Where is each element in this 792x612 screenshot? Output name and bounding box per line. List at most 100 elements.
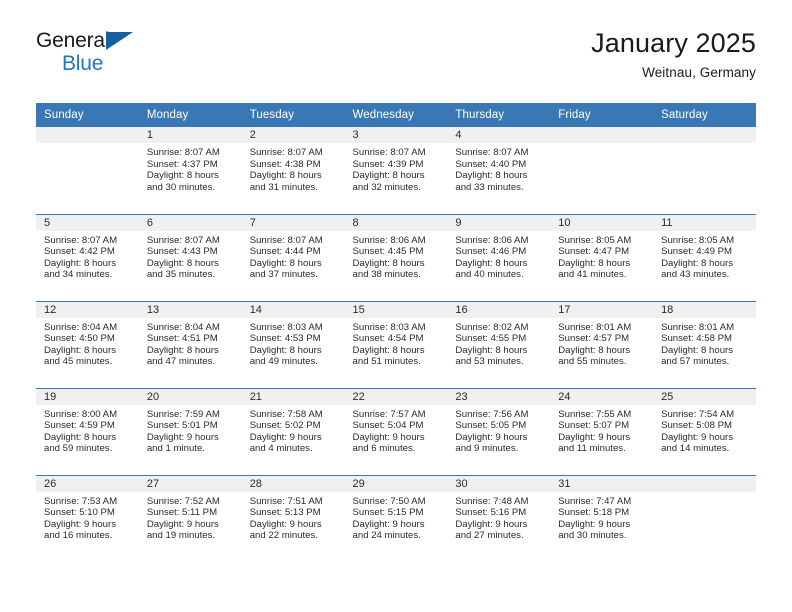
day-detail-line: Daylight: 9 hours	[352, 431, 425, 443]
calendar-day-cell[interactable]: 31 Sunrise: 7:47 AM Sunset: 5:18 PM Dayligh…	[550, 474, 654, 562]
day-detail-line: and 55 minutes.	[558, 356, 627, 368]
day-detail-line: Sunset: 4:53 PM	[249, 333, 321, 345]
calendar-day-cell[interactable]: 30 Sunrise: 7:48 AM Sunset: 5:16 PM Dayligh…	[447, 474, 551, 562]
day-number: 8	[344, 214, 448, 231]
calendar-day-cell[interactable]: 27 Sunrise: 7:52 AM Sunset: 5:11 PM Dayligh…	[138, 474, 242, 562]
calendar-day-cell[interactable]: 18 Sunrise: 8:01 AM Sunset: 4:58 PM Dayligh…	[653, 300, 756, 388]
day-number: 21	[241, 388, 345, 405]
day-detail-line: Sunrise: 8:01 AM	[661, 321, 735, 333]
calendar-day-cell[interactable]: 17 Sunrise: 8:01 AM Sunset: 4:57 PM Dayligh…	[550, 300, 654, 388]
calendar-day-cell[interactable]: 14 Sunrise: 8:03 AM Sunset: 4:53 PM Dayligh…	[241, 300, 345, 388]
day-detail-line: Sunrise: 8:07 AM	[44, 234, 118, 246]
day-details: Sunrise: 7:57 AM Sunset: 5:04 PM Daylight:…	[345, 405, 448, 455]
day-detail-line: and 53 minutes.	[455, 356, 524, 368]
calendar-day-cell[interactable]: 19 Sunrise: 8:00 AM Sunset: 4:59 PM Dayligh…	[36, 387, 139, 475]
day-detail-line: Daylight: 9 hours	[249, 431, 322, 443]
day-details: Sunrise: 8:06 AM Sunset: 4:46 PM Daylight:…	[447, 231, 550, 281]
day-number	[653, 475, 756, 492]
day-number: 28	[241, 475, 345, 492]
calendar-header-row: Sunday Monday Tuesday Wednesday Thursday Frid…	[36, 103, 756, 127]
calendar-day-cell[interactable]: 7 Sunrise: 8:07 AM Sunset: 4:44 PM Daylight…	[241, 213, 345, 301]
day-detail-line: Daylight: 9 hours	[146, 518, 219, 530]
calendar-table: Sunday Monday Tuesday Wednesday Thursday Frid…	[36, 103, 756, 562]
page-header: General Blue January 2025 Weitnau, Germa…	[0, 0, 792, 103]
day-detail-line: Daylight: 9 hours	[558, 518, 631, 530]
day-details: Sunrise: 8:07 AM Sunset: 4:39 PM Daylight:…	[345, 143, 448, 193]
day-detail-line: Daylight: 8 hours	[146, 170, 219, 182]
calendar-day-cell[interactable]: 15 Sunrise: 8:03 AM Sunset: 4:54 PM Dayligh…	[344, 300, 448, 388]
day-number: 16	[447, 301, 551, 318]
calendar-day-cell[interactable]: 16 Sunrise: 8:02 AM Sunset: 4:55 PM Dayligh…	[447, 300, 551, 388]
day-detail-line: Daylight: 8 hours	[249, 170, 322, 182]
calendar-day-cell[interactable]: 4 Sunrise: 8:07 AM Sunset: 4:40 PM Daylight…	[447, 127, 551, 214]
day-detail-line: Daylight: 9 hours	[455, 431, 528, 443]
day-detail-line: Sunset: 4:54 PM	[352, 333, 424, 345]
day-number: 20	[138, 388, 242, 405]
day-detail-line: Sunset: 4:39 PM	[352, 158, 424, 170]
day-details: Sunrise: 8:07 AM Sunset: 4:38 PM Daylight:…	[242, 143, 345, 193]
calendar-week-row: 5 Sunrise: 8:07 AM Sunset: 4:42 PM Daylight…	[36, 213, 756, 301]
day-detail-line: and 9 minutes.	[455, 443, 519, 455]
calendar-day-cell[interactable]: 23 Sunrise: 7:56 AM Sunset: 5:05 PM Dayligh…	[447, 387, 551, 475]
day-number: 1	[138, 127, 242, 143]
calendar-day-cell-empty	[653, 127, 756, 214]
day-detail-line: Daylight: 8 hours	[249, 257, 322, 269]
day-detail-line: Sunrise: 7:48 AM	[455, 495, 529, 507]
day-detail-line: Sunrise: 7:47 AM	[558, 495, 632, 507]
calendar-day-cell[interactable]: 29 Sunrise: 7:50 AM Sunset: 5:15 PM Dayligh…	[344, 474, 448, 562]
day-detail-line: and 51 minutes.	[352, 356, 421, 368]
calendar-day-cell[interactable]: 13 Sunrise: 8:04 AM Sunset: 4:51 PM Dayligh…	[138, 300, 242, 388]
calendar-day-cell[interactable]: 22 Sunrise: 7:57 AM Sunset: 5:04 PM Dayligh…	[344, 387, 448, 475]
day-detail-line: Sunrise: 7:59 AM	[146, 408, 220, 420]
calendar-day-cell[interactable]: 2 Sunrise: 8:07 AM Sunset: 4:38 PM Daylight…	[241, 127, 345, 214]
day-detail-line: Sunset: 4:59 PM	[44, 420, 115, 432]
day-detail-line: Daylight: 8 hours	[558, 344, 631, 356]
calendar-day-cell[interactable]: 25 Sunrise: 7:54 AM Sunset: 5:08 PM Dayligh…	[653, 387, 756, 475]
weekday-header-row: Sunday Monday Tuesday Wednesday Thursday Frid…	[36, 103, 756, 127]
day-number: 10	[550, 214, 654, 231]
calendar-day-cell[interactable]: 10 Sunrise: 8:05 AM Sunset: 4:47 PM Dayligh…	[550, 213, 654, 301]
day-detail-line: Daylight: 9 hours	[249, 518, 322, 530]
day-detail-line: and 6 minutes.	[352, 443, 416, 455]
day-detail-line: Sunset: 5:11 PM	[146, 507, 218, 519]
day-detail-line: Sunrise: 8:04 AM	[146, 321, 220, 333]
calendar-day-cell[interactable]: 11 Sunrise: 8:05 AM Sunset: 4:49 PM Dayligh…	[653, 213, 756, 301]
day-detail-line: and 4 minutes.	[249, 443, 313, 455]
calendar-day-cell[interactable]: 3 Sunrise: 8:07 AM Sunset: 4:39 PM Daylight…	[344, 127, 448, 214]
day-detail-line: and 47 minutes.	[146, 356, 216, 368]
calendar-day-cell[interactable]: 28 Sunrise: 7:51 AM Sunset: 5:13 PM Dayligh…	[241, 474, 345, 562]
day-detail-line: Daylight: 8 hours	[44, 257, 116, 269]
weekday-header-saturday: Saturday	[653, 103, 756, 127]
calendar-day-cell[interactable]: 26 Sunrise: 7:53 AM Sunset: 5:10 PM Dayligh…	[36, 474, 139, 562]
day-number: 14	[241, 301, 345, 318]
day-detail-line: Daylight: 8 hours	[146, 257, 219, 269]
calendar-day-cell[interactable]: 12 Sunrise: 8:04 AM Sunset: 4:50 PM Dayligh…	[36, 300, 139, 388]
day-detail-line: Sunset: 4:38 PM	[249, 158, 321, 170]
day-detail-line: Sunrise: 8:05 AM	[558, 234, 632, 246]
day-detail-line: Sunset: 4:51 PM	[146, 333, 218, 345]
day-detail-line: Sunset: 5:16 PM	[455, 507, 527, 519]
calendar-day-cell[interactable]: 8 Sunrise: 8:06 AM Sunset: 4:45 PM Daylight…	[344, 213, 448, 301]
day-number: 4	[447, 127, 551, 143]
day-detail-line: Daylight: 8 hours	[249, 344, 322, 356]
logo-triangle-icon	[106, 32, 133, 50]
day-number: 29	[344, 475, 448, 492]
calendar-day-cell[interactable]: 24 Sunrise: 7:55 AM Sunset: 5:07 PM Dayligh…	[550, 387, 654, 475]
day-number: 19	[36, 388, 139, 405]
calendar-day-cell[interactable]: 5 Sunrise: 8:07 AM Sunset: 4:42 PM Daylight…	[36, 213, 139, 301]
calendar-day-cell[interactable]: 1 Sunrise: 8:07 AM Sunset: 4:37 PM Daylight…	[138, 127, 242, 214]
calendar-day-cell[interactable]: 9 Sunrise: 8:06 AM Sunset: 4:46 PM Daylight…	[447, 213, 551, 301]
day-detail-line: Sunset: 5:05 PM	[455, 420, 527, 432]
day-details: Sunrise: 8:05 AM Sunset: 4:49 PM Daylight:…	[653, 231, 756, 281]
day-details: Sunrise: 7:47 AM Sunset: 5:18 PM Daylight:…	[550, 492, 653, 542]
calendar-day-cell[interactable]: 21 Sunrise: 7:58 AM Sunset: 5:02 PM Dayligh…	[241, 387, 345, 475]
day-detail-line: and 59 minutes.	[44, 443, 113, 455]
day-detail-line: Sunrise: 8:00 AM	[44, 408, 118, 420]
day-details: Sunrise: 7:52 AM Sunset: 5:11 PM Daylight:…	[139, 492, 242, 542]
day-details: Sunrise: 8:01 AM Sunset: 4:58 PM Daylight:…	[653, 318, 756, 368]
day-detail-line: Sunrise: 8:07 AM	[146, 234, 220, 246]
day-detail-line: and 41 minutes.	[558, 269, 627, 281]
day-number: 27	[138, 475, 242, 492]
calendar-day-cell[interactable]: 20 Sunrise: 7:59 AM Sunset: 5:01 PM Dayligh…	[138, 387, 242, 475]
calendar-day-cell[interactable]: 6 Sunrise: 8:07 AM Sunset: 4:43 PM Daylight…	[138, 213, 242, 301]
